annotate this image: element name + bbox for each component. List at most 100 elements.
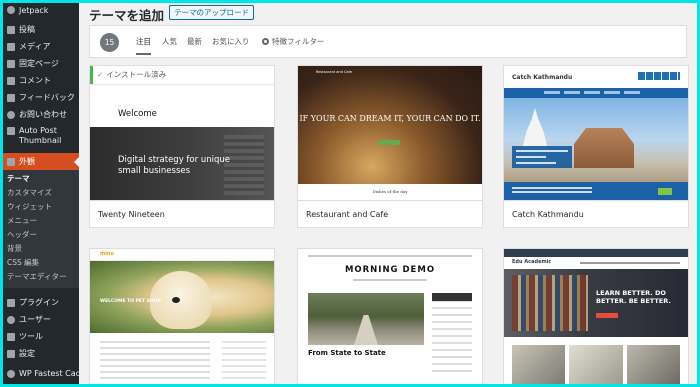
pin-icon	[6, 25, 16, 35]
check-icon: ✓	[97, 70, 104, 79]
sidebar-item-label: 設定	[19, 349, 35, 358]
tab-popular[interactable]: 人気	[162, 36, 177, 47]
plugin-icon	[6, 298, 16, 308]
sidebar-item-label: WP Fastest Cache	[19, 369, 79, 378]
gear-icon	[262, 38, 269, 45]
sidebar-item-users[interactable]: ユーザー	[3, 311, 79, 328]
sidebar-item-tools[interactable]: ツール	[3, 328, 79, 345]
sidebar-item-pages[interactable]: 固定ページ	[3, 55, 79, 72]
theme-screenshot[interactable]: Edu Academic LEARN BETTER. DO BETTER. BE…	[504, 249, 688, 384]
feature-filter-label: 特徴フィルター	[272, 37, 325, 46]
sidebar-item-comments[interactable]: コメント	[3, 72, 79, 89]
sidebar-item-label: 固定ページ	[19, 59, 59, 68]
tab-latest[interactable]: 最新	[187, 36, 202, 47]
comment-icon	[6, 76, 16, 86]
sidebar-item-plugins[interactable]: プラグイン	[3, 294, 79, 311]
preview-tagline: Digital strategy for unique small busine…	[118, 155, 230, 176]
admin-sidebar: Jetpack 投稿 メディア 固定ページ コメント フィードバック お問い合わ…	[3, 3, 79, 384]
submenu-css-edit[interactable]: CSS 編集	[3, 256, 79, 270]
social-icons	[638, 72, 680, 80]
mail-icon	[6, 110, 16, 120]
submenu-header[interactable]: ヘッダー	[3, 228, 79, 242]
preview-logo: Catch Kathmandu	[512, 74, 573, 81]
sidebar-item-label: 外観	[19, 157, 35, 166]
road-photo	[308, 293, 424, 345]
sidebar-item-label: ユーザー	[19, 315, 51, 324]
appearance-brush-icon	[6, 157, 16, 167]
theme-card-education[interactable]: Edu Academic LEARN BETTER. DO BETTER. BE…	[503, 248, 689, 384]
sidebar-item-label: フィードバック	[19, 93, 75, 102]
theme-screenshot[interactable]: mino WELCOME TO PET SHOP	[90, 249, 274, 384]
sidebar-item-label: お問い合わせ	[19, 110, 67, 119]
theme-name: Twenty Nineteen	[98, 210, 165, 219]
installed-notice: ✓ インストール済み	[90, 66, 274, 84]
dog-photo: WELCOME TO PET SHOP	[90, 261, 274, 333]
sidebar-item-settings[interactable]: 設定	[3, 345, 79, 362]
sidebar-item-label: プラグイン	[19, 298, 59, 307]
preview-post-title: From State to State	[308, 349, 386, 357]
submenu-background[interactable]: 背景	[3, 242, 79, 256]
theme-filter-bar: 15 注目 人気 最新 お気に入り 特徴フィルター	[89, 25, 687, 58]
sidebar-item-label: コメント	[19, 76, 51, 85]
sidebar-item-posts[interactable]: 投稿	[3, 21, 79, 38]
preview-heading: WELCOME TO PET SHOP	[100, 299, 161, 304]
sidebar-item-label: Auto Post Thumbnail	[19, 126, 62, 145]
sidebar-item-contact[interactable]: お問い合わせ	[3, 106, 79, 123]
thumbnail-icon	[6, 126, 16, 136]
temple-photo	[504, 98, 688, 190]
tab-featured[interactable]: 注目	[136, 36, 151, 55]
upload-theme-button[interactable]: テーマのアップロード	[169, 5, 254, 20]
theme-screenshot[interactable]: Restaurant and Cafe IF YOUR CAN DREAM IT…	[298, 66, 482, 201]
submenu-themes[interactable]: テーマ	[3, 172, 79, 186]
page-icon	[6, 59, 16, 69]
tab-favorites[interactable]: お気に入り	[212, 36, 250, 47]
installed-label: インストール済み	[106, 70, 167, 79]
theme-card-twenty-nineteen[interactable]: ✓ インストール済み — Welcome Digital strategy for…	[89, 65, 275, 228]
sidebar-item-label: ツール	[19, 332, 43, 341]
user-icon	[6, 315, 16, 325]
theme-screenshot[interactable]: ✓ インストール済み — Welcome Digital strategy for…	[90, 66, 274, 201]
sidebar-item-label: メディア	[19, 42, 51, 51]
main-content: テーマを追加 テーマのアップロード 15 注目 人気 最新 お気に入り 特徴フィ…	[79, 3, 697, 384]
sidebar-item-media[interactable]: メディア	[3, 38, 79, 55]
jetpack-icon	[6, 5, 16, 15]
theme-name: Catch Kathmandu	[512, 210, 584, 219]
theme-card-morning[interactable]: MORNING DEMO From State to State	[297, 248, 483, 384]
preview-heading: IF YOUR CAN DREAM IT, YOUR CAN DO IT.	[299, 114, 481, 123]
food-photo	[298, 66, 482, 184]
appearance-submenu: テーマ カスタマイズ ウィジェット メニュー ヘッダー 背景 CSS 編集 テー…	[3, 170, 79, 288]
feedback-icon	[6, 93, 16, 103]
preview-heading: Welcome	[118, 109, 157, 119]
media-icon	[6, 42, 16, 52]
theme-screenshot[interactable]: MORNING DEMO From State to State	[298, 249, 482, 384]
page-title: テーマを追加	[89, 8, 165, 23]
sidebar-item-label: Jetpack	[19, 5, 49, 15]
theme-screenshot[interactable]: Catch Kathmandu	[504, 66, 688, 201]
preview-logo: mino	[100, 251, 114, 257]
preview-caption: Dishes of the day	[372, 189, 408, 194]
preview-heading: LEARN BETTER. DO BETTER. BE BETTER.	[596, 289, 671, 305]
theme-name: Restaurant and Cafe	[306, 210, 389, 219]
sidebar-item-wp-fastest-cache[interactable]: WP Fastest Cache	[3, 365, 79, 382]
sidebar-item-jetpack[interactable]: Jetpack	[3, 3, 79, 17]
preview-logo: Edu Academic	[512, 259, 552, 265]
sidebar-item-appearance[interactable]: 外観	[3, 153, 79, 170]
cache-icon	[6, 369, 16, 379]
sidebar-item-label: 投稿	[19, 25, 35, 34]
theme-count-badge: 15	[100, 33, 119, 52]
submenu-menus[interactable]: メニュー	[3, 214, 79, 228]
sidebar-item-auto-post-thumbnail[interactable]: Auto Post Thumbnail	[3, 123, 79, 149]
preview-title: MORNING DEMO	[344, 265, 436, 275]
submenu-widgets[interactable]: ウィジェット	[3, 200, 79, 214]
preview-brand: Restaurant and Cafe	[316, 70, 352, 74]
tools-icon	[6, 332, 16, 342]
screen-frame: Jetpack 投稿 メディア 固定ページ コメント フィードバック お問い合わ…	[3, 3, 697, 384]
feature-filter-button[interactable]: 特徴フィルター	[262, 36, 324, 47]
theme-card-pet-shop[interactable]: mino WELCOME TO PET SHOP	[89, 248, 275, 384]
submenu-theme-editor[interactable]: テーマエディター	[3, 270, 79, 284]
theme-card-restaurant-and-cafe[interactable]: Restaurant and Cafe IF YOUR CAN DREAM IT…	[297, 65, 483, 228]
settings-icon	[6, 349, 16, 359]
submenu-customize[interactable]: カスタマイズ	[3, 186, 79, 200]
theme-card-catch-kathmandu[interactable]: Catch Kathmandu Catch Kathmandu	[503, 65, 689, 228]
sidebar-item-feedback[interactable]: フィードバック	[3, 89, 79, 106]
